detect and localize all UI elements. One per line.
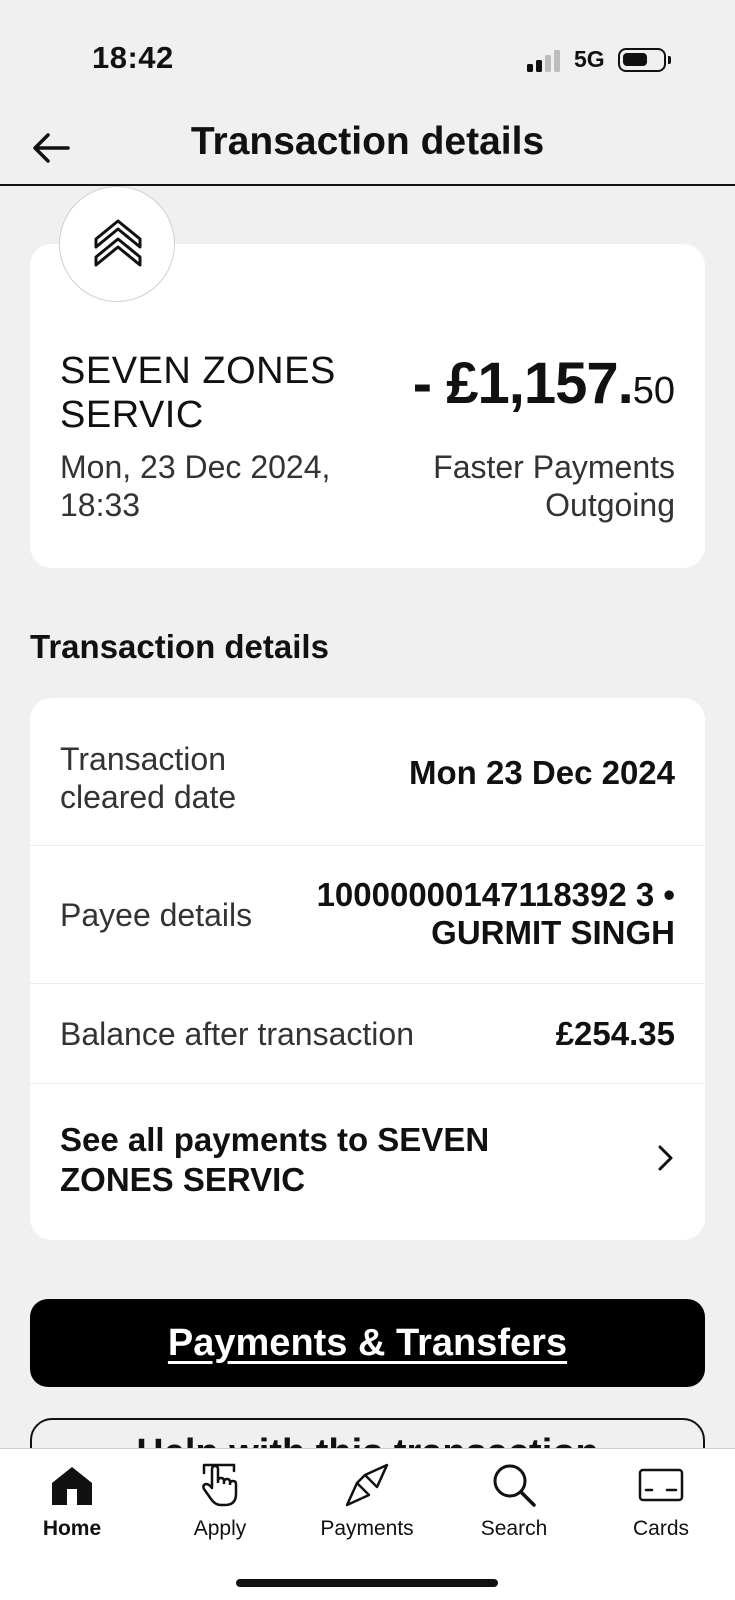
page-title: Transaction details <box>190 120 545 163</box>
detail-value: Mon 23 Dec 2024 <box>409 754 675 791</box>
see-all-payments-label: See all payments to SEVEN ZONES SERVIC <box>60 1121 490 1198</box>
tab-label: Cards <box>632 1517 690 1540</box>
section-title: Transaction details <box>30 628 329 665</box>
signal-icon <box>527 50 563 72</box>
detail-label: Balance after transaction <box>60 1016 414 1052</box>
detail-row-balance: Balance after transaction £254.35 <box>30 984 705 1084</box>
transaction-date: Mon, 23 Dec 2024, 18:33 <box>60 449 331 523</box>
detail-value: £254.35 <box>555 1015 675 1052</box>
transaction-amount: - £1,157.50 <box>413 350 675 417</box>
home-icon <box>52 1467 92 1505</box>
payments-icon <box>345 1463 389 1507</box>
detail-row-cleared-date: Transaction cleared date Mon 23 Dec 2024 <box>30 698 705 846</box>
chevron-right-icon <box>658 1145 673 1171</box>
detail-row-payee: Payee details 10000000147118392 3 • GURM… <box>30 846 705 984</box>
network-label: 5G <box>574 46 605 72</box>
tab-payments[interactable]: Payments <box>307 1461 427 1561</box>
detail-value: 10000000147118392 3 • GURMIT SINGH <box>316 876 675 951</box>
merchant-logo <box>59 186 175 302</box>
tab-bar: Home Apply Payments Search Cards <box>0 1448 735 1600</box>
tab-label: Apply <box>193 1517 247 1540</box>
status-time: 18:42 <box>92 40 174 75</box>
detail-label: Transaction cleared date <box>60 741 237 815</box>
tab-label: Home <box>42 1517 102 1540</box>
tab-search[interactable]: Search <box>454 1461 574 1561</box>
transaction-details-card: Transaction cleared date Mon 23 Dec 2024… <box>30 698 705 1240</box>
tab-cards[interactable]: Cards <box>601 1461 721 1561</box>
amount-minor: 50 <box>632 370 675 412</box>
tab-label: Payments <box>320 1517 414 1540</box>
payments-transfers-button[interactable]: Payments & Transfers <box>30 1299 705 1387</box>
card-icon <box>638 1468 684 1502</box>
double-chevron-up-icon <box>94 219 142 267</box>
payment-type: Faster Payments Outgoing <box>433 449 675 523</box>
home-indicator <box>236 1579 498 1587</box>
merchant-name: SEVEN ZONES SERVIC <box>60 350 336 436</box>
detail-label: Payee details <box>60 897 253 933</box>
status-bar: 18:42 5G <box>0 0 735 110</box>
tab-apply[interactable]: Apply <box>160 1461 280 1561</box>
tab-home[interactable]: Home <box>12 1461 132 1561</box>
see-all-payments-link[interactable]: See all payments to SEVEN ZONES SERVIC <box>30 1084 705 1240</box>
battery-icon <box>618 48 671 72</box>
tap-hand-icon <box>202 1463 238 1507</box>
search-icon <box>493 1464 536 1507</box>
nav-header: Transaction details <box>0 110 735 186</box>
tab-label: Search <box>480 1517 548 1540</box>
amount-major: - £1,157. <box>412 351 634 416</box>
